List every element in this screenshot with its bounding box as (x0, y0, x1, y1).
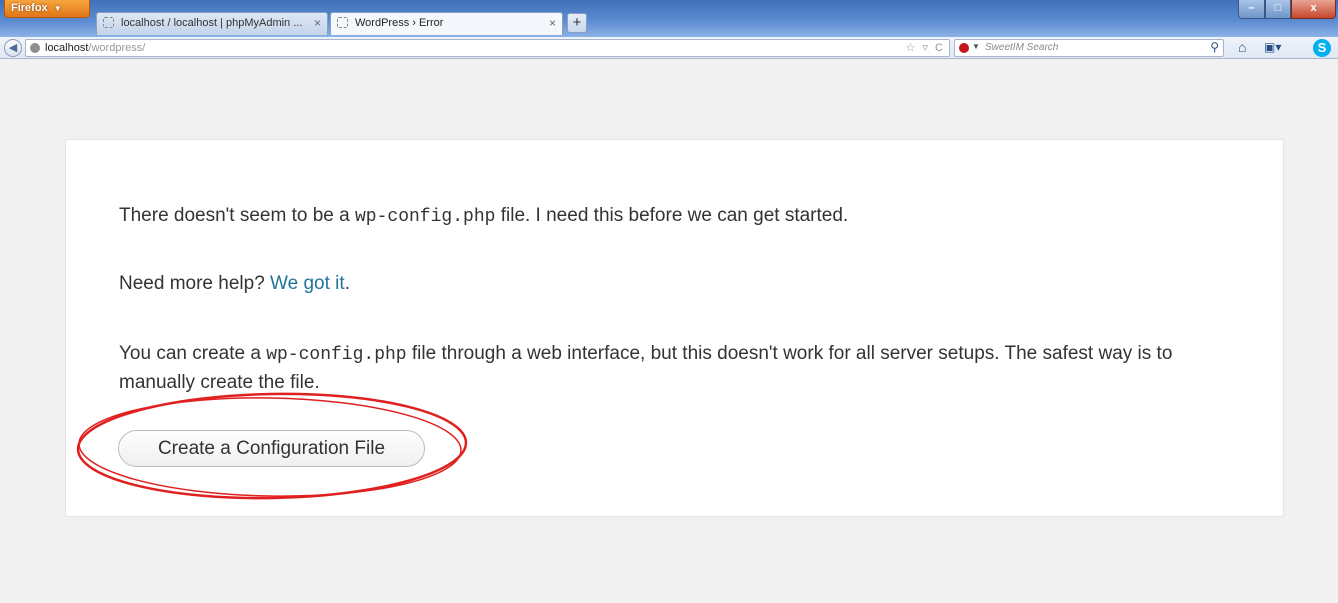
firefox-menu-button[interactable]: Firefox ▼ (4, 0, 90, 18)
close-icon[interactable]: × (549, 16, 556, 30)
help-message: Need more help? We got it. (119, 270, 350, 298)
message-text: file. I need this before we can get star… (495, 205, 849, 226)
create-config-button[interactable]: Create a Configuration File (118, 430, 425, 467)
config-filename: wp-config.php (355, 207, 496, 227)
maximize-button[interactable]: □ (1265, 0, 1291, 19)
config-filename: wp-config.php (266, 345, 407, 365)
message-text: You can create a (119, 343, 267, 364)
search-bar[interactable]: ▼ SweetIM Search ⚲ (954, 39, 1224, 57)
star-bookmark-icon[interactable]: ☆ (906, 42, 916, 54)
url-bar-actions: ☆ ▿ C (902, 41, 943, 54)
missing-config-message: There doesn't seem to be a wp-config.php… (119, 202, 848, 231)
page-favicon-icon (103, 17, 114, 28)
message-text: Need more help? (119, 273, 271, 294)
page-favicon-icon (337, 17, 348, 28)
new-tab-button[interactable]: + (567, 13, 587, 33)
tab-title: WordPress › Error (355, 17, 444, 29)
browser-title-bar: Firefox ▼ localhost / localhost | phpMyAd… (0, 0, 1338, 37)
back-button[interactable]: ◀ (4, 39, 22, 57)
reload-icon[interactable]: C (935, 42, 943, 54)
help-link[interactable]: We got it (270, 273, 345, 294)
search-input[interactable]: SweetIM Search (985, 42, 1058, 53)
tab-phpmyadmin[interactable]: localhost / localhost | phpMyAdmin ... × (96, 12, 328, 35)
search-engine-icon[interactable] (959, 43, 969, 53)
message-text: There doesn't seem to be a (119, 205, 355, 226)
create-config-instructions: You can create a wp-config.php file thro… (119, 340, 1229, 397)
tab-wordpress-error[interactable]: WordPress › Error × (330, 12, 563, 35)
url-host: localhost (45, 42, 89, 54)
address-bar[interactable]: localhost/wordpress/ ☆ ▿ C (25, 39, 950, 57)
search-icon[interactable]: ⚲ (1210, 40, 1219, 54)
skype-icon[interactable]: S (1313, 39, 1331, 57)
bookmarks-menu-icon[interactable]: ▣▾ (1264, 40, 1281, 54)
site-identity-icon[interactable] (30, 43, 40, 53)
back-arrow-icon: ◀ (8, 42, 18, 54)
chevron-down-icon[interactable]: ▼ (972, 42, 980, 51)
setup-error-panel: There doesn't seem to be a wp-config.php… (65, 139, 1284, 517)
minimize-button[interactable]: – (1238, 0, 1265, 19)
chevron-down-icon: ▼ (53, 4, 62, 13)
firefox-menu-label: Firefox (11, 2, 48, 14)
url-text: localhost/wordpress/ (45, 42, 145, 54)
close-window-button[interactable]: x (1291, 0, 1336, 19)
navigation-toolbar: ◀ localhost/wordpress/ ☆ ▿ C ▼ SweetIM S… (0, 37, 1338, 59)
message-text: . (344, 273, 350, 294)
history-dropdown-icon[interactable]: ▿ (922, 42, 928, 54)
home-icon[interactable]: ⌂ (1238, 39, 1246, 55)
close-icon[interactable]: × (314, 16, 321, 30)
tab-title: localhost / localhost | phpMyAdmin ... (121, 17, 303, 29)
url-path: /wordpress/ (88, 42, 146, 54)
page-viewport: There doesn't seem to be a wp-config.php… (0, 59, 1338, 603)
